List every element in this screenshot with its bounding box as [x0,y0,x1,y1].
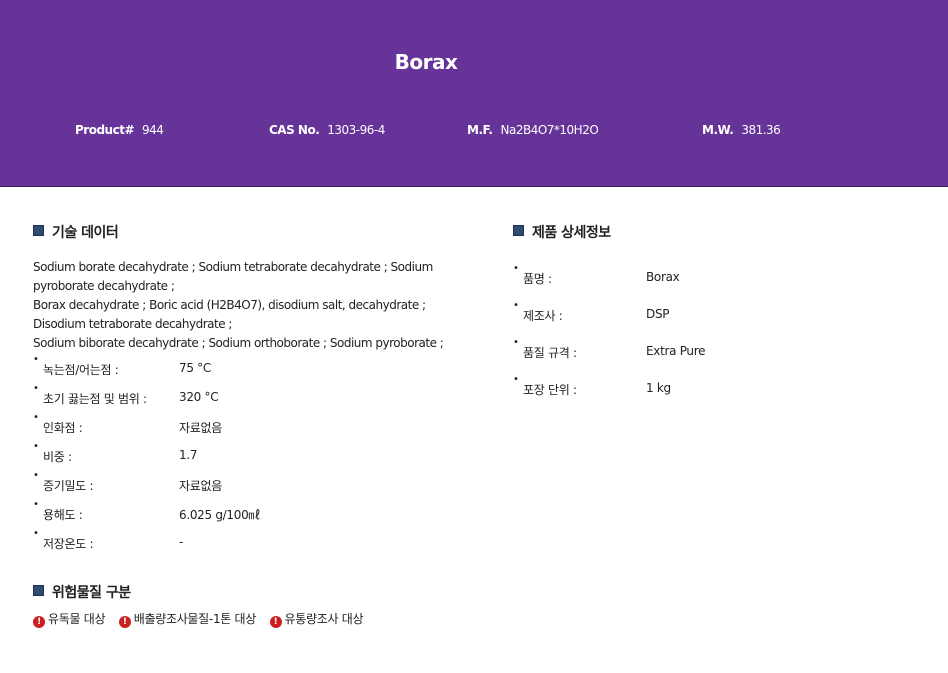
tech-row-label: 초기 끓는점 및 범위 : [43,392,147,406]
square-bullet-icon [513,225,524,236]
synonym-line: Sodium borate decahydrate ; Sodium tetra… [33,260,433,293]
mf-value: Na2B4O7*10H2O [500,123,599,137]
bullet-icon: • [513,263,519,274]
tech-row-label: 증기밀도 : [43,479,94,493]
tech-row-value: 320 °C [179,390,219,404]
hazard-list: ! 유독물 대상 ! 배출량조사물질-1톤 대상 ! 유통량조사 대상 [33,610,373,628]
tech-row-label: 인화점 : [43,421,83,435]
detail-row-label: 포장 단위 : [523,383,577,397]
tech-row-value: 1.7 [179,448,198,462]
tech-row-label: 녹는점/어는점 : [43,363,119,377]
detail-row-value: 1 kg [646,381,671,395]
detail-row-label: 품질 규격 : [523,346,577,360]
molecular-formula: M.F. Na2B4O7*10H2O [467,123,599,137]
bullet-icon: • [513,374,519,385]
hazard-heading: 위험물질 구분 [33,582,131,602]
tech-row-label: 비중 : [43,450,72,464]
exclamation-circle-icon: ! [269,616,282,628]
hazard-label: 유통량조사 대상 [284,612,364,626]
bullet-icon: • [33,383,39,394]
product-detail-heading: 제품 상세정보 [513,222,611,242]
hazard-label: 유독물 대상 [48,612,106,626]
synonym-line: Borax decahydrate ; Boric acid (H2B4O7),… [33,298,426,331]
mw-value: 381.36 [741,123,781,137]
cas-label: CAS No. [269,123,320,137]
detail-row-value: Extra Pure [646,344,706,358]
bullet-icon: • [33,528,39,539]
bullet-icon: • [33,470,39,481]
square-bullet-icon [33,225,44,236]
bullet-icon: • [33,499,39,510]
tech-data-heading: 기술 데이터 [33,222,119,242]
bullet-icon: • [513,337,519,348]
hazard-item: ! 유통량조사 대상 [269,610,364,628]
cas-value: 1303-96-4 [327,123,385,137]
mw-label: M.W. [702,123,734,137]
bullet-icon: • [33,441,39,452]
product-header: Borax Product# 944 CAS No. 1303-96-4 M.F. N… [0,0,948,187]
exclamation-circle-icon: ! [118,616,131,628]
bullet-icon: • [33,412,39,423]
product-number: Product# 944 [75,123,164,137]
product-number-value: 944 [142,123,164,137]
detail-row-value: DSP [646,307,670,321]
detail-row-label: 품명 : [523,272,552,286]
hazard-item: ! 유독물 대상 [33,610,106,628]
tech-row-value: 자료없음 [179,421,222,435]
product-title: Borax [394,50,458,74]
synonyms-text: Sodium borate decahydrate ; Sodium tetra… [33,258,473,353]
bullet-icon: • [513,300,519,311]
hazard-label: 배출량조사물질-1톤 대상 [133,612,257,626]
synonym-line: Sodium biborate decahydrate ; Sodium ort… [33,336,444,350]
hazard-item: ! 배출량조사물질-1톤 대상 [118,610,257,628]
tech-row-label: 저장온도 : [43,537,94,551]
molecular-weight: M.W. 381.36 [702,123,781,137]
mf-label: M.F. [467,123,493,137]
exclamation-circle-icon: ! [33,616,45,628]
tech-row-value: 6.025 g/100㎖ [179,508,261,522]
detail-row-value: Borax [646,270,680,284]
product-number-label: Product# [75,123,135,137]
tech-row-value: 75 °C [179,361,211,375]
bullet-icon: • [33,354,39,365]
tech-row-value: 자료없음 [179,479,222,493]
cas-number: CAS No. 1303-96-4 [269,123,385,137]
square-bullet-icon [33,585,44,596]
detail-row-label: 제조사 : [523,309,563,323]
tech-row-label: 용해도 : [43,508,83,522]
tech-row-value: - [179,535,184,549]
